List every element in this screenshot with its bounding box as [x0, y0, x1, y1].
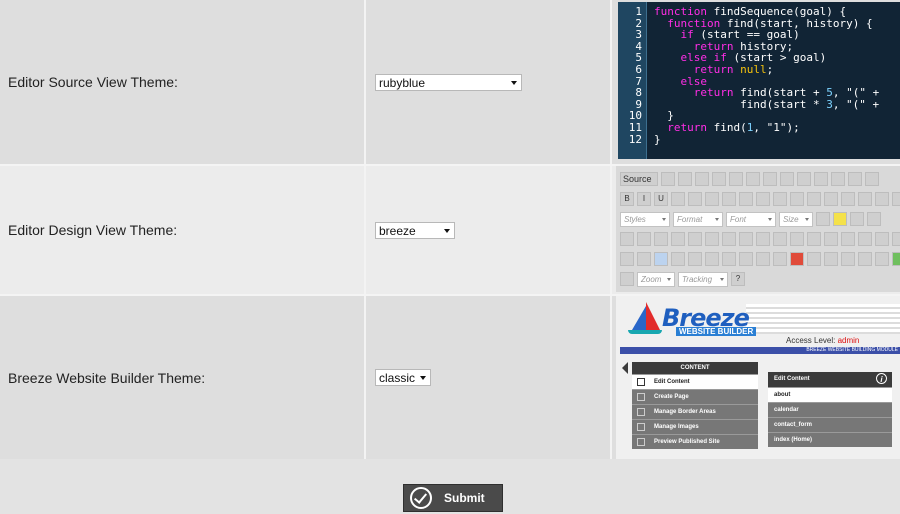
- chevron-down-icon: [511, 80, 517, 85]
- setting-label: Breeze Website Builder Theme:: [8, 369, 206, 386]
- checkmark-icon: [410, 487, 432, 509]
- setting-row-design-theme: Editor Design View Theme: breeze Source …: [0, 166, 900, 294]
- source-theme-preview: 1 function findSequence(goal) {2 function…: [612, 0, 900, 164]
- info-icon: i: [876, 373, 887, 384]
- code-text: find(start * 3, "(" +: [654, 97, 880, 111]
- italic-icon: I: [637, 192, 651, 206]
- edit-content-panel: Edit Content i about calendar contact_for…: [768, 372, 892, 447]
- code-preview: 1 function findSequence(goal) {2 function…: [618, 2, 900, 159]
- source-theme-select[interactable]: rubyblue: [375, 73, 522, 91]
- chevron-down-icon: [444, 228, 450, 233]
- breeze-preview: Breeze WEBSITE BUILDER Access Level: adm…: [616, 296, 900, 459]
- setting-row-source-theme: Editor Source View Theme: rubyblue 1 func…: [0, 0, 900, 164]
- design-theme-preview: Source BIU Styles Format Font Size Zoom …: [612, 166, 900, 294]
- code-text: return find(1, "1");: [667, 121, 800, 134]
- setting-label: Editor Source View Theme:: [8, 74, 178, 90]
- help-icon: ?: [731, 272, 745, 286]
- access-level: Access Level: admin: [786, 336, 860, 345]
- bold-icon: B: [620, 192, 634, 206]
- code-text: }: [654, 132, 661, 146]
- builder-theme-select[interactable]: classic: [375, 369, 431, 386]
- chevron-down-icon: [420, 376, 426, 380]
- underline-icon: U: [654, 192, 668, 206]
- builder-theme-preview: Breeze WEBSITE BUILDER Access Level: adm…: [612, 296, 900, 459]
- design-theme-select[interactable]: breeze: [375, 221, 455, 239]
- submit-button[interactable]: Submit: [403, 484, 503, 512]
- line-number: 12: [628, 132, 642, 146]
- toolbar-preview: Source BIU Styles Format Font Size Zoom …: [616, 166, 900, 292]
- content-menu: CONTENT Edit Content Create Page Manage …: [632, 362, 758, 449]
- setting-label: Editor Design View Theme:: [8, 222, 178, 238]
- sailboat-logo-icon: [632, 306, 646, 330]
- collapse-arrow-icon: [622, 362, 628, 374]
- setting-row-builder-theme: Breeze Website Builder Theme: classic Br…: [0, 296, 900, 459]
- source-button: Source: [620, 172, 658, 186]
